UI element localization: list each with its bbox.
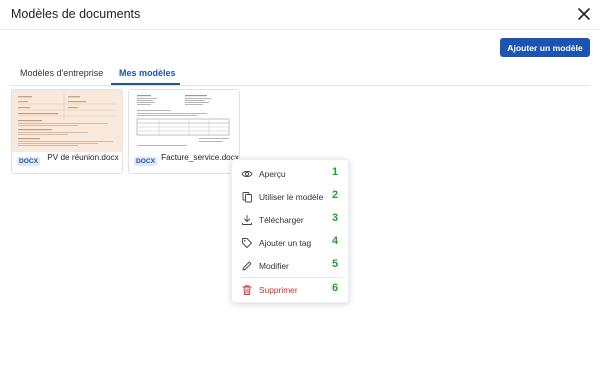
menu-item-label: Modifier bbox=[259, 261, 289, 271]
add-template-button[interactable]: Ajouter un modèle bbox=[500, 38, 590, 57]
dialog-header: Modèles de documents bbox=[0, 0, 600, 30]
trash-icon bbox=[242, 285, 252, 295]
active-tab-indicator bbox=[111, 83, 180, 85]
context-menu: Aperçu 1 Utiliser le modèle 2 Télécharge… bbox=[231, 159, 349, 303]
template-card[interactable]: DOCX Facture_service.docx bbox=[128, 89, 240, 174]
menu-item-edit[interactable]: Modifier 5 bbox=[232, 256, 350, 276]
menu-divider bbox=[240, 277, 342, 278]
step-number: 4 bbox=[332, 235, 339, 247]
file-type-badge: DOCX bbox=[134, 157, 158, 166]
step-number: 2 bbox=[332, 189, 339, 201]
menu-item-label: Télécharger bbox=[259, 215, 304, 225]
tabs-bar: Modèles d'entreprise Mes modèles bbox=[10, 66, 590, 86]
close-button[interactable] bbox=[576, 6, 592, 22]
menu-item-label: Ajouter un tag bbox=[259, 238, 312, 248]
tab-company-templates[interactable]: Modèles d'entreprise bbox=[20, 68, 103, 78]
step-number: 6 bbox=[332, 282, 339, 294]
menu-item-preview[interactable]: Aperçu 1 bbox=[232, 164, 350, 184]
document-thumbnail bbox=[129, 90, 239, 152]
dialog-title: Modèles de documents bbox=[11, 7, 141, 21]
pencil-icon bbox=[242, 261, 252, 271]
eye-icon bbox=[241, 170, 253, 178]
copy-icon bbox=[242, 192, 252, 203]
menu-item-delete[interactable]: Supprimer 6 bbox=[232, 280, 350, 300]
document-name: PV de réunion.docx bbox=[47, 153, 119, 162]
tag-icon bbox=[242, 238, 252, 248]
template-card[interactable]: DOCX PV de réunion.docx bbox=[11, 89, 123, 174]
file-type-badge: DOCX bbox=[17, 157, 41, 166]
document-thumbnail bbox=[12, 90, 122, 152]
menu-item-download[interactable]: Télécharger 3 bbox=[232, 210, 350, 230]
close-icon bbox=[578, 8, 590, 20]
tab-my-templates[interactable]: Mes modèles bbox=[119, 68, 176, 78]
step-number: 3 bbox=[332, 212, 339, 224]
menu-item-label: Supprimer bbox=[259, 285, 298, 295]
download-icon bbox=[242, 215, 252, 225]
menu-item-label: Aperçu bbox=[259, 169, 286, 179]
document-name: Facture_service.docx bbox=[161, 153, 239, 162]
step-number: 1 bbox=[332, 166, 339, 178]
menu-item-use-template[interactable]: Utiliser le modèle 2 bbox=[232, 187, 350, 207]
step-number: 5 bbox=[332, 258, 339, 270]
menu-item-label: Utiliser le modèle bbox=[259, 192, 324, 202]
menu-item-add-tag[interactable]: Ajouter un tag 4 bbox=[232, 233, 350, 253]
